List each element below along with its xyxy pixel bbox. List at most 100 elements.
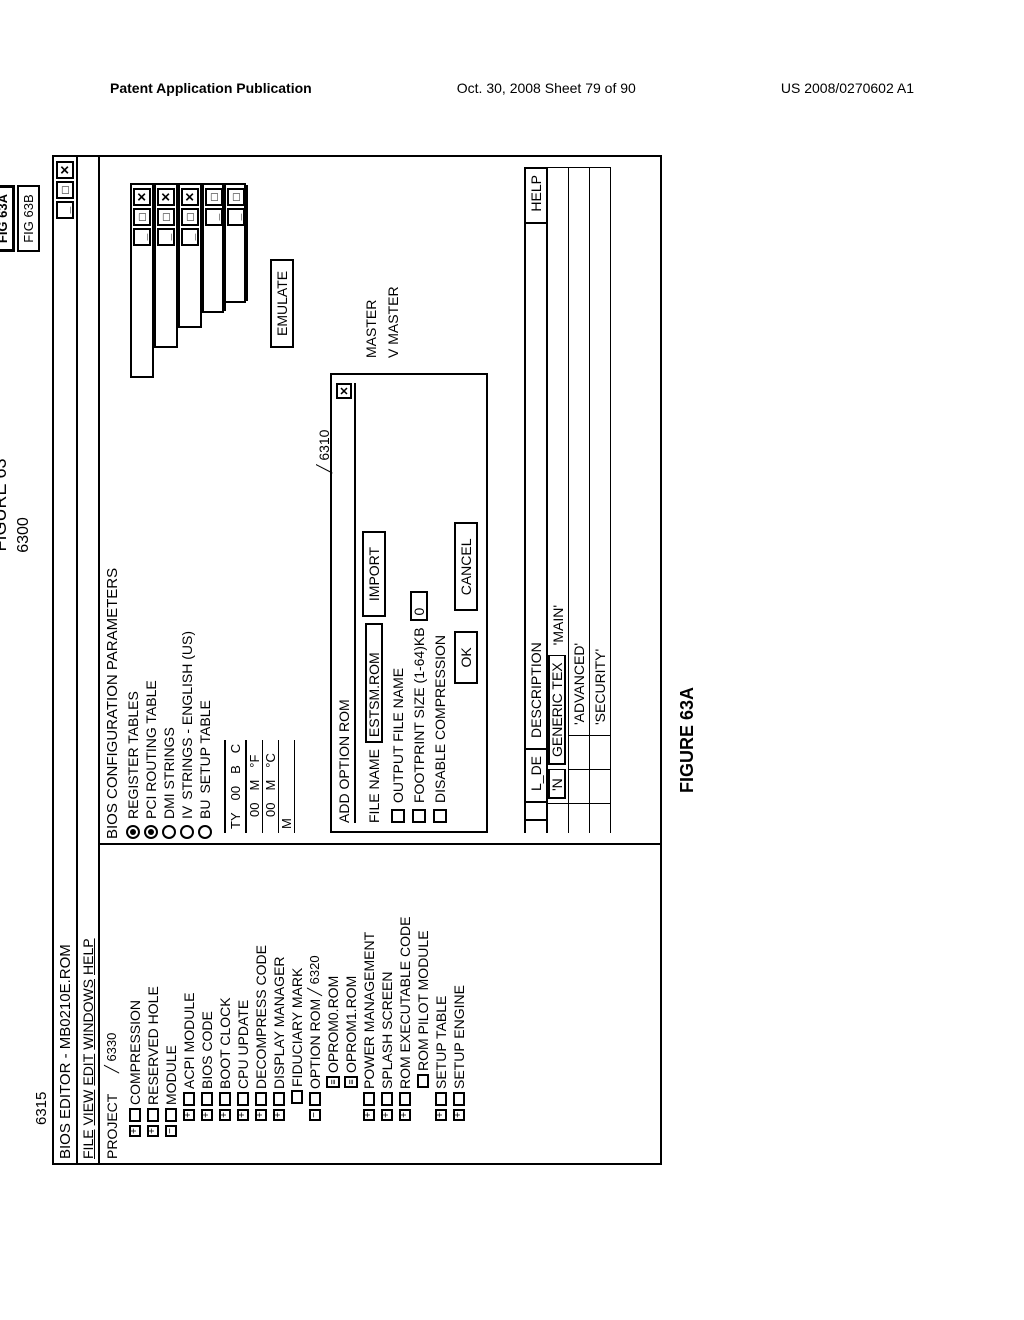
tree-item[interactable]: + SETUP TABLE <box>432 849 450 1121</box>
folder-icon <box>129 1108 141 1122</box>
tree-item[interactable]: +DISPLAY MANAGER <box>270 849 288 1121</box>
tree-item[interactable]: + BOOT CLOCK <box>216 849 234 1121</box>
tree-item[interactable]: −MODULE <box>162 849 180 1137</box>
radio-icon[interactable] <box>198 825 212 839</box>
expand-icon[interactable]: + <box>399 1109 411 1121</box>
ok-button[interactable]: OK <box>454 631 478 683</box>
menu-view[interactable]: VIEW <box>80 1090 96 1126</box>
emulate-button[interactable]: EMULATE <box>270 259 294 348</box>
cancel-button[interactable]: CANCEL <box>454 522 478 611</box>
td: 00 <box>263 799 278 821</box>
folder-icon <box>147 1108 159 1122</box>
td <box>247 825 262 833</box>
menu-help[interactable]: HELP <box>80 938 96 975</box>
tree-item[interactable]: +CPU UPDATE <box>234 849 252 1121</box>
tree-item[interactable]: +SETUP ENGINE <box>450 849 468 1121</box>
th: B <box>228 761 243 778</box>
tree-item[interactable]: +BIOS CODE <box>198 849 216 1121</box>
tree-item[interactable]: + DECOMPRESS CODE <box>252 849 270 1121</box>
radio-icon[interactable] <box>162 825 176 839</box>
expand-icon[interactable]: + <box>129 1125 141 1137</box>
tree-item-label: BOOT CLOCK <box>216 997 234 1089</box>
tree-item[interactable]: +POWER MANAGEMENT <box>360 849 378 1121</box>
tree-item[interactable]: ROM PILOT MODULE <box>414 849 432 1105</box>
project-root[interactable]: PROJECT <box>104 849 120 1159</box>
tree-item[interactable]: FIDUCIARY MARK <box>288 849 306 1121</box>
close-icon[interactable]: ✕ <box>336 383 352 399</box>
expand-icon[interactable]: + <box>147 1125 159 1137</box>
maximize-icon[interactable]: □ <box>56 181 74 199</box>
radio-icon[interactable] <box>144 825 158 839</box>
radio-prefix: IV <box>179 806 195 819</box>
file-name-input[interactable]: ESTSM.ROM <box>365 623 383 743</box>
tree-item[interactable]: +ROM EXECUTABLE CODE <box>396 849 414 1121</box>
tree-item[interactable]: +ACPI MODULE <box>180 849 198 1121</box>
figure-63a-label: FIGURE 63A <box>677 687 698 793</box>
ref-6300: 6300 <box>15 265 33 805</box>
maximize-icon[interactable]: □ <box>205 188 223 206</box>
radio-icon[interactable] <box>180 825 194 839</box>
minimize-icon[interactable]: _ <box>133 228 151 246</box>
maximize-icon[interactable]: □ <box>181 208 199 226</box>
th <box>526 819 546 833</box>
close-icon[interactable]: ✕ <box>133 188 151 206</box>
output-file-checkbox[interactable] <box>391 809 405 823</box>
figmap-63b: FIG 63B <box>17 185 40 252</box>
expand-icon[interactable]: + <box>255 1109 267 1121</box>
side-text: MASTER V MASTER <box>360 286 404 358</box>
maximize-icon[interactable]: □ <box>227 188 245 206</box>
import-button[interactable]: IMPORT <box>362 531 386 617</box>
minimize-icon[interactable]: _ <box>205 208 223 226</box>
expand-icon[interactable]: + <box>363 1109 375 1121</box>
folder-icon <box>399 1092 411 1106</box>
output-file-label: OUTPUT FILE NAME <box>390 668 406 803</box>
footprint-checkbox[interactable] <box>412 809 426 823</box>
td: 'N <box>548 769 566 799</box>
menubar: FILE VIEW EDIT WINDOWS HELP <box>78 157 100 1163</box>
tree-item-label: OPTION ROM <box>306 999 324 1089</box>
close-icon[interactable]: ✕ <box>181 188 199 206</box>
expand-icon[interactable]: + <box>381 1109 393 1121</box>
menu-windows[interactable]: WINDOWS <box>80 979 96 1050</box>
folder-open-icon <box>309 1092 321 1106</box>
minimize-icon[interactable]: _ <box>56 201 74 219</box>
disable-compression-checkbox[interactable] <box>433 809 447 823</box>
expand-icon[interactable]: − <box>309 1109 321 1121</box>
expand-icon[interactable]: + <box>273 1109 285 1121</box>
tree-item-label: FIDUCIARY MARK <box>288 968 306 1087</box>
tree-item[interactable]: ≡OPROM1.ROM <box>342 849 360 1105</box>
expand-icon[interactable]: − <box>165 1125 177 1137</box>
maximize-icon[interactable]: □ <box>133 208 151 226</box>
tree-item-label: SETUP TABLE <box>432 996 450 1089</box>
folder-icon <box>381 1092 393 1106</box>
expand-icon[interactable]: + <box>435 1109 447 1121</box>
maximize-icon[interactable]: □ <box>157 208 175 226</box>
add-option-rom-dialog: ADD OPTION ROM ✕ FILE NAME ESTSM.ROM IMP… <box>330 373 488 833</box>
tree-item[interactable]: + RESERVED HOLE <box>144 849 162 1137</box>
expand-icon[interactable]: + <box>453 1109 465 1121</box>
tree-item[interactable]: +COMPRESSION <box>126 849 144 1137</box>
th: DESCRIPTION <box>526 222 546 744</box>
radio-icon[interactable] <box>126 825 140 839</box>
tree-item-label: RESERVED HOLE <box>144 986 162 1105</box>
close-icon[interactable]: ✕ <box>157 188 175 206</box>
td: M <box>279 814 294 833</box>
tree-item[interactable]: −OPTION ROM ╱ 6320 <box>306 849 324 1121</box>
expand-icon[interactable]: + <box>183 1109 195 1121</box>
menu-file[interactable]: FILE <box>80 1129 96 1159</box>
menu-edit[interactable]: EDIT <box>80 1054 96 1086</box>
expand-icon[interactable]: + <box>219 1109 231 1121</box>
th: HELP <box>526 167 546 218</box>
expand-icon[interactable]: + <box>237 1109 249 1121</box>
footprint-input[interactable]: 0 <box>410 591 428 621</box>
minimize-icon[interactable]: _ <box>181 228 199 246</box>
minimize-icon[interactable]: _ <box>157 228 175 246</box>
minimize-icon[interactable]: _ <box>227 208 245 226</box>
tree-item[interactable]: +SPLASH SCREEN <box>378 849 396 1121</box>
close-icon[interactable]: ✕ <box>56 161 74 179</box>
pub-header-center: Oct. 30, 2008 Sheet 79 of 90 <box>457 80 636 96</box>
sidetext-line: MASTER <box>360 286 382 358</box>
tree-item-label: DECOMPRESS CODE <box>252 945 270 1089</box>
tree-item[interactable]: ≡OPROM0.ROM <box>324 849 342 1105</box>
expand-icon[interactable]: + <box>201 1109 213 1121</box>
